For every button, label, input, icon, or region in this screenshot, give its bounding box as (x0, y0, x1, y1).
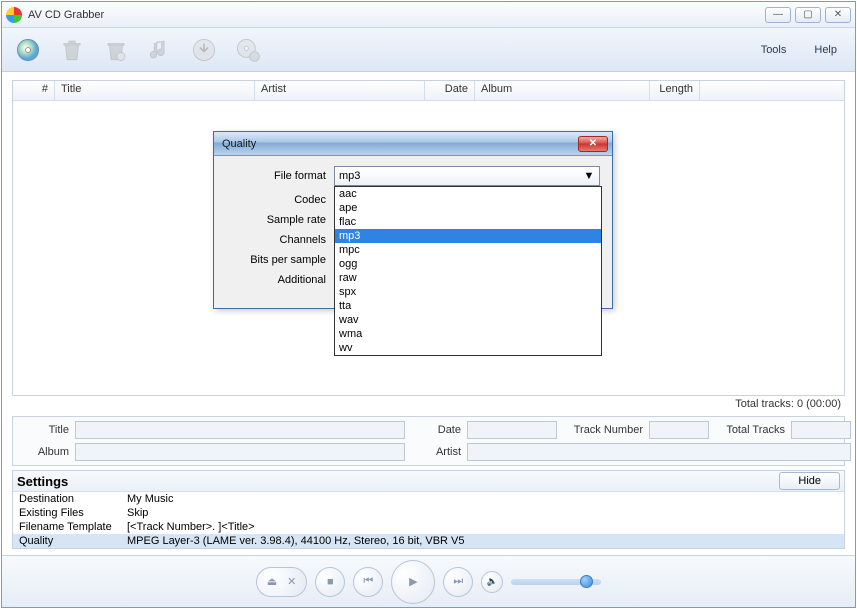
close-button[interactable]: ✕ (825, 7, 851, 23)
meta-tracknum-input[interactable] (649, 421, 709, 439)
col-spacer (700, 81, 844, 100)
file-format-option-wav[interactable]: wav (335, 313, 601, 327)
col-date[interactable]: Date (425, 81, 475, 100)
col-length[interactable]: Length (650, 81, 700, 100)
bits-label: Bits per sample (226, 254, 326, 266)
existing-value: Skip (127, 507, 148, 519)
meta-totaltracks-input[interactable] (791, 421, 851, 439)
col-title[interactable]: Title (55, 81, 255, 100)
settings-row-template[interactable]: Filename Template [<Track Number>. ]<Tit… (13, 520, 844, 534)
meta-album-input[interactable] (75, 443, 405, 461)
template-label: Filename Template (19, 521, 127, 533)
file-format-combo[interactable]: mp3 ▼ (334, 166, 600, 186)
existing-label: Existing Files (19, 507, 127, 519)
meta-date-label: Date (411, 424, 461, 436)
file-format-option-raw[interactable]: raw (335, 271, 601, 285)
chevron-down-icon: ▼ (581, 169, 597, 183)
file-format-option-wma[interactable]: wma (335, 327, 601, 341)
quality-value: MPEG Layer-3 (LAME ver. 3.98.4), 44100 H… (127, 535, 465, 547)
dialog-title: Quality (218, 138, 578, 150)
additional-label: Additional (226, 274, 326, 286)
volume-thumb[interactable] (580, 575, 593, 588)
file-format-label: File format (226, 170, 326, 182)
eject-icon[interactable]: ⏏ (267, 575, 277, 588)
file-format-option-tta[interactable]: tta (335, 299, 601, 313)
app-icon (6, 7, 22, 23)
file-format-option-aac[interactable]: aac (335, 187, 601, 201)
meta-title-label: Title (19, 424, 69, 436)
file-format-option-ogg[interactable]: ogg (335, 257, 601, 271)
toolbar: Tools Help (2, 28, 855, 72)
quality-dialog: Quality ✕ File format mp3 ▼ Codec Sample… (213, 131, 613, 309)
window-title: AV CD Grabber (28, 9, 765, 21)
minimize-button[interactable]: — (765, 7, 791, 23)
track-list-header: # Title Artist Date Album Length (13, 81, 844, 101)
meta-title-input[interactable] (75, 421, 405, 439)
file-format-option-ape[interactable]: ape (335, 201, 601, 215)
cd-icon[interactable] (12, 34, 44, 66)
meta-date-input[interactable] (467, 421, 557, 439)
col-album[interactable]: Album (475, 81, 650, 100)
dialog-close-button[interactable]: ✕ (578, 136, 608, 152)
meta-artist-input[interactable] (467, 443, 851, 461)
track-list: # Title Artist Date Album Length Quality… (12, 80, 845, 396)
file-format-option-mp3[interactable]: mp3 (335, 229, 601, 243)
play-button[interactable]: ▶ (391, 560, 435, 604)
dest-label: Destination (19, 493, 127, 505)
settings-row-destination[interactable]: Destination My Music (13, 492, 844, 506)
dialog-titlebar[interactable]: Quality ✕ (214, 132, 612, 156)
cd-settings-icon[interactable] (232, 34, 264, 66)
meta-totaltracks-label: Total Tracks (715, 424, 785, 436)
download-icon[interactable] (188, 34, 220, 66)
metadata-panel: Title Date Track Number Total Tracks Alb… (12, 416, 845, 466)
music-note-icon[interactable] (144, 34, 176, 66)
file-format-dropdown[interactable]: aacapeflacmp3mpcoggrawspxttawavwmawv (334, 186, 602, 356)
col-num[interactable]: # (13, 81, 55, 100)
file-format-option-flac[interactable]: flac (335, 215, 601, 229)
file-format-option-wv[interactable]: wv (335, 341, 601, 355)
file-format-value: mp3 (339, 170, 360, 182)
playback-bar: ⏏ ✕ ■ ⏮ ▶ ⏭ 🔈 (2, 555, 855, 607)
tools-menu[interactable]: Tools (753, 40, 795, 60)
shuffle-icon[interactable]: ✕ (287, 575, 296, 588)
titlebar: AV CD Grabber — ▢ ✕ (2, 2, 855, 28)
settings-heading: Settings (17, 474, 779, 489)
dest-value: My Music (127, 493, 173, 505)
quality-label: Quality (19, 535, 127, 547)
hide-button[interactable]: Hide (779, 472, 840, 490)
settings-panel: Settings Hide Destination My Music Exist… (12, 470, 845, 549)
trash-eject-icon[interactable] (100, 34, 132, 66)
content-area: # Title Artist Date Album Length Quality… (2, 72, 855, 555)
eject-group: ⏏ ✕ (256, 567, 308, 597)
meta-album-label: Album (19, 446, 69, 458)
total-tracks-label: Total tracks: 0 (00:00) (12, 396, 845, 412)
prev-button[interactable]: ⏮ (353, 567, 383, 597)
stop-button[interactable]: ■ (315, 567, 345, 597)
sample-rate-label: Sample rate (226, 214, 326, 226)
main-window: AV CD Grabber — ▢ ✕ Tools Help (1, 1, 856, 608)
file-format-option-mpc[interactable]: mpc (335, 243, 601, 257)
meta-artist-label: Artist (411, 446, 461, 458)
dialog-body: File format mp3 ▼ Codec Sample rate Chan… (214, 156, 612, 308)
template-value: [<Track Number>. ]<Title> (127, 521, 255, 533)
maximize-button[interactable]: ▢ (795, 7, 821, 23)
mute-button[interactable]: 🔈 (481, 571, 503, 593)
meta-tracknum-label: Track Number (563, 424, 643, 436)
channels-label: Channels (226, 234, 326, 246)
volume-slider[interactable] (511, 579, 601, 585)
help-menu[interactable]: Help (806, 40, 845, 60)
col-artist[interactable]: Artist (255, 81, 425, 100)
settings-row-existing[interactable]: Existing Files Skip (13, 506, 844, 520)
settings-row-quality[interactable]: Quality MPEG Layer-3 (LAME ver. 3.98.4),… (13, 534, 844, 548)
trash-icon[interactable] (56, 34, 88, 66)
next-button[interactable]: ⏭ (443, 567, 473, 597)
codec-label: Codec (226, 194, 326, 206)
file-format-option-spx[interactable]: spx (335, 285, 601, 299)
